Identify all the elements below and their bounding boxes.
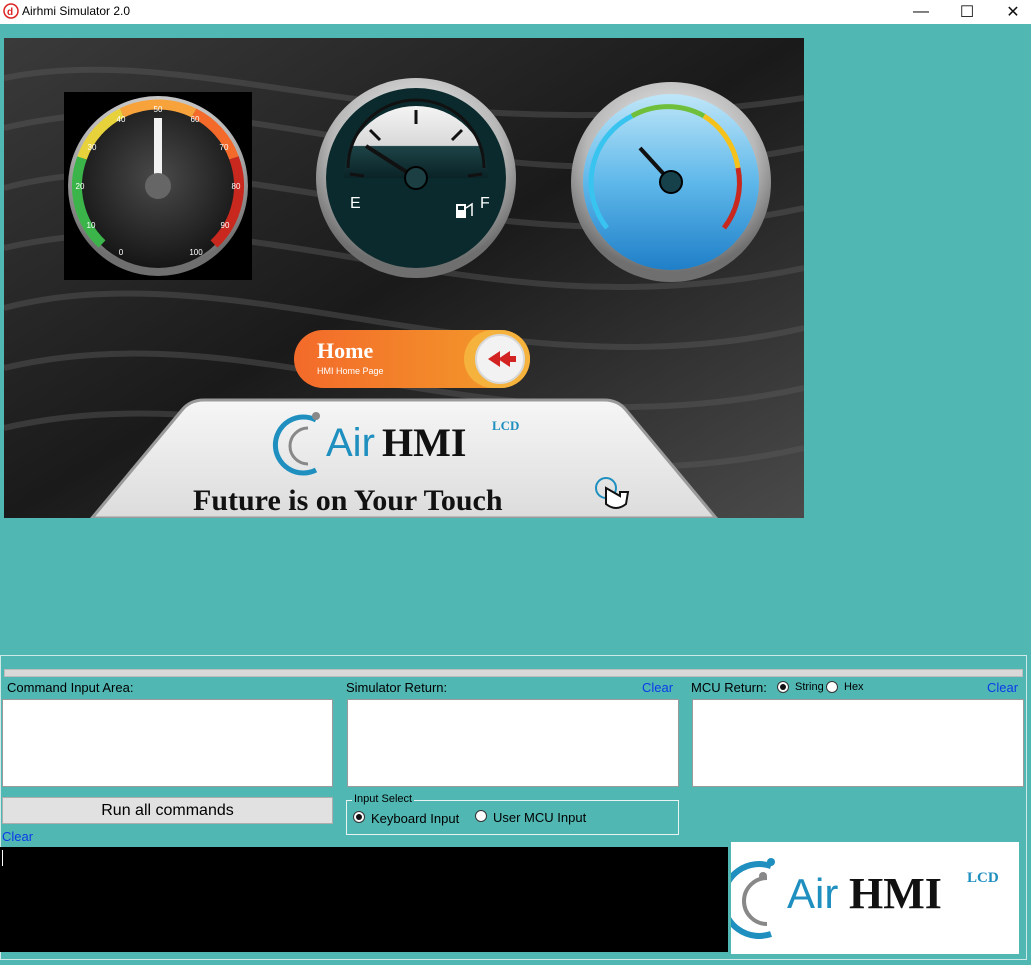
logo-air: Air bbox=[787, 870, 838, 917]
user-mcu-input-radio[interactable] bbox=[475, 810, 487, 822]
mcu-string-label: String bbox=[795, 681, 824, 693]
close-button[interactable]: ✕ bbox=[990, 0, 1031, 24]
logo-box: Air HMI LCD bbox=[720, 842, 1019, 954]
input-select-legend: Input Select bbox=[352, 793, 415, 805]
home-button-subtitle: HMI Home Page bbox=[317, 366, 384, 376]
mcu-hex-radio[interactable] bbox=[826, 681, 838, 693]
terminal-clear-link[interactable]: Clear bbox=[2, 829, 33, 844]
simulator-clear-link[interactable]: Clear bbox=[642, 680, 673, 695]
svg-text:d: d bbox=[7, 7, 13, 18]
mcu-clear-link[interactable]: Clear bbox=[987, 680, 1018, 695]
gauge-tick: 40 bbox=[117, 115, 126, 124]
title-bar: d Airhmi Simulator 2.0 — ☐ ✕ bbox=[0, 0, 1031, 24]
fuel-empty-label: E bbox=[350, 195, 361, 212]
window-title: Airhmi Simulator 2.0 bbox=[22, 4, 131, 18]
brand-hmi: HMI bbox=[382, 420, 466, 465]
maximize-button[interactable]: ☐ bbox=[944, 0, 990, 24]
mcu-hex-label: Hex bbox=[844, 681, 864, 693]
minimize-button[interactable]: — bbox=[898, 0, 944, 24]
hmi-canvas: 0 10 20 30 40 50 60 70 80 90 100 E F Hom… bbox=[4, 38, 804, 518]
minimize-icon: — bbox=[913, 3, 929, 20]
run-all-commands-button[interactable]: Run all commands bbox=[2, 797, 333, 824]
gauge-tick: 10 bbox=[87, 221, 96, 230]
keyboard-input-radio[interactable] bbox=[353, 811, 365, 823]
blue-gauge bbox=[571, 82, 771, 282]
mcu-return-label: MCU Return: bbox=[691, 680, 767, 695]
close-icon: ✕ bbox=[1006, 4, 1020, 21]
home-button-title: Home bbox=[317, 338, 373, 363]
gauge-tick: 90 bbox=[221, 221, 230, 230]
command-input-field[interactable] bbox=[2, 699, 333, 787]
gauge-tick: 80 bbox=[232, 182, 241, 191]
gauge-tick: 70 bbox=[220, 143, 229, 152]
progress-bar bbox=[4, 669, 1023, 677]
mcu-return-field[interactable] bbox=[692, 699, 1024, 787]
gauge-tick: 30 bbox=[88, 143, 97, 152]
fuel-gauge: E F bbox=[316, 78, 516, 278]
gauge-tick: 100 bbox=[189, 248, 203, 257]
logo-hmi: HMI bbox=[849, 869, 942, 918]
home-button[interactable]: Home HMI Home Page bbox=[294, 330, 530, 388]
gauge-tick: 0 bbox=[119, 248, 124, 257]
user-mcu-input-label: User MCU Input bbox=[493, 810, 587, 825]
gauge-tick: 60 bbox=[191, 115, 200, 124]
keyboard-input-label: Keyboard Input bbox=[371, 811, 460, 826]
text-caret bbox=[2, 850, 3, 866]
brand-slogan: Future is on Your Touch bbox=[193, 484, 503, 517]
hmi-screen[interactable]: 0 10 20 30 40 50 60 70 80 90 100 E F Hom… bbox=[4, 38, 804, 518]
brand-air: Air bbox=[326, 421, 375, 465]
gauge-tick: 50 bbox=[154, 105, 163, 114]
brand-panel: Air HMI LCD Future is on Your Touch bbox=[90, 398, 718, 518]
command-input-label: Command Input Area: bbox=[7, 680, 134, 695]
logo-signal-icon bbox=[720, 858, 775, 939]
terminal-input[interactable] bbox=[0, 847, 728, 952]
maximize-icon: ☐ bbox=[959, 4, 975, 21]
title-divider bbox=[0, 24, 1031, 26]
speed-gauge: 0 10 20 30 40 50 60 70 80 90 100 bbox=[64, 92, 252, 280]
logo-lcd: LCD bbox=[967, 870, 999, 886]
gauge-tick: 20 bbox=[76, 182, 85, 191]
fuel-full-label: F bbox=[480, 195, 490, 212]
simulator-return-field[interactable] bbox=[347, 699, 679, 787]
brand-lcd: LCD bbox=[492, 418, 519, 433]
airhmi-logo: Air HMI LCD bbox=[720, 858, 999, 939]
mcu-string-radio[interactable] bbox=[777, 681, 789, 693]
simulator-return-label: Simulator Return: bbox=[346, 680, 448, 695]
app-icon: d bbox=[3, 3, 19, 19]
